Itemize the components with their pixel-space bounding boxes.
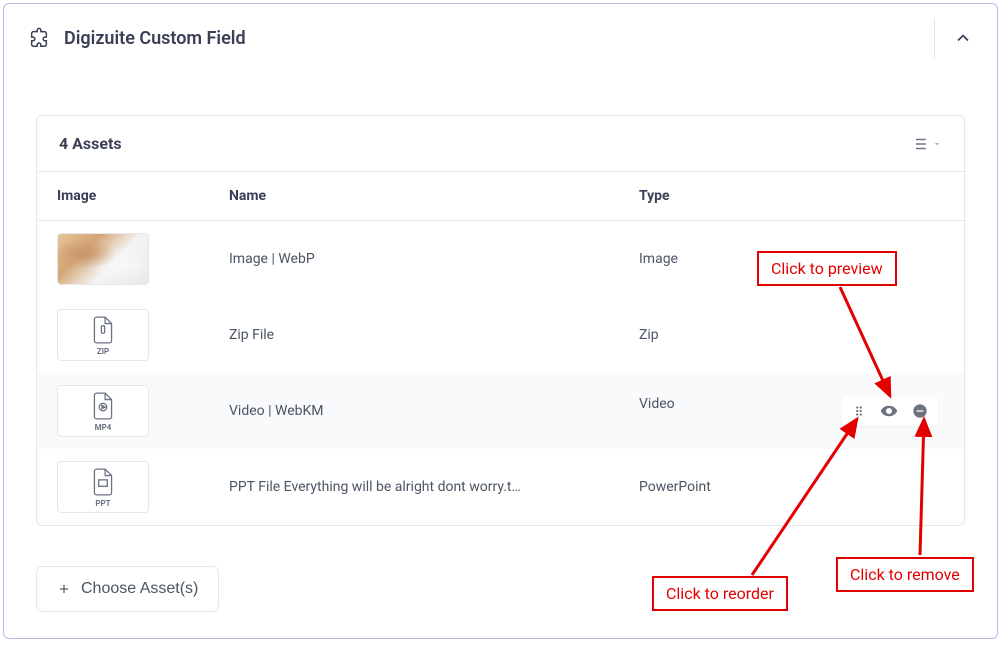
table-header-row: Image Name Type [37,172,964,221]
arrow-remove [910,415,940,557]
arrow-preview [830,284,910,404]
file-ext-label: ZIP [97,347,109,356]
panel-title: Digizuite Custom Field [64,28,246,49]
asset-name: Image | WebP [229,251,599,267]
panel-header-right [934,18,973,58]
list-icon [910,135,928,153]
choose-assets-label: Choose Asset(s) [81,580,198,598]
puzzle-icon [28,27,50,49]
asset-type: Zip [619,297,964,373]
arrow-reorder [749,415,869,577]
plus-icon [57,582,71,596]
panel-header-left: Digizuite Custom Field [28,27,246,49]
assets-count: 4 Assets [59,134,122,153]
column-header-type: Type [619,172,964,221]
ppt-file-icon [90,467,116,497]
choose-assets-button[interactable]: Choose Asset(s) [36,566,219,612]
zip-file-icon [90,315,116,345]
chevron-up-icon [953,28,973,48]
annotation-remove: Click to remove [836,557,974,592]
column-header-name: Name [209,172,619,221]
file-ext-label: PPT [95,499,110,508]
asset-name: Zip File [229,327,599,343]
view-mode-toggle[interactable] [910,135,942,153]
annotation-reorder: Click to reorder [652,576,788,611]
asset-name: PPT File Everything will be alright dont… [229,479,599,495]
collapse-toggle[interactable] [953,28,973,48]
video-file-icon [90,391,116,421]
file-ext-label: MP4 [95,423,112,432]
table-row[interactable]: ZIP Zip File Zip [37,297,964,373]
assets-card-header: 4 Assets [37,116,964,171]
asset-thumbnail: ZIP [57,309,149,361]
asset-name: Video | WebKM [229,403,599,419]
preview-button[interactable] [880,402,898,420]
caret-down-icon [932,139,942,149]
asset-thumbnail [57,233,149,285]
eye-icon [880,402,898,420]
asset-type: Video [639,396,675,412]
asset-thumbnail: PPT [57,461,149,513]
asset-thumbnail: MP4 [57,385,149,437]
annotation-preview: Click to preview [757,251,897,286]
column-header-image: Image [37,172,209,221]
panel-header: Digizuite Custom Field [4,4,997,73]
